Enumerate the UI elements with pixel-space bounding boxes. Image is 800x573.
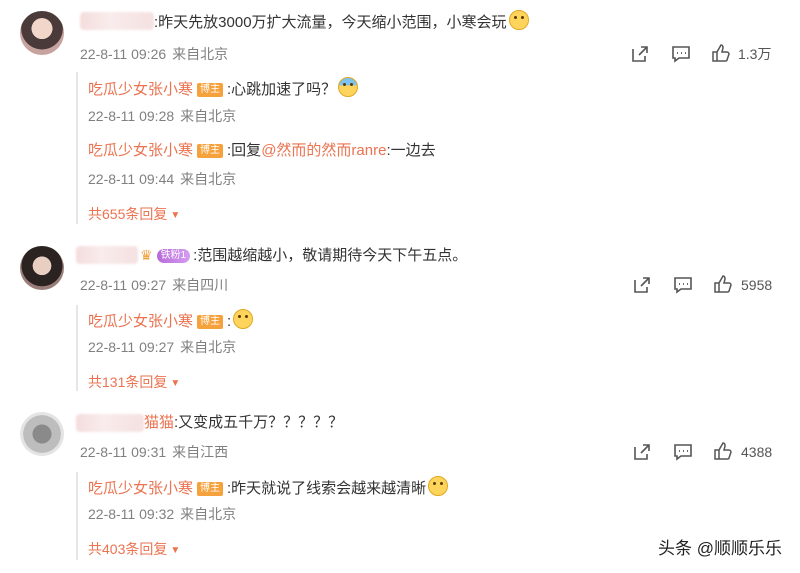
comment-meta: 22-8-11 09:27 来自四川 xyxy=(80,277,229,293)
reply-line: 吃瓜少女张小寒 博主:心跳加速了吗？ xyxy=(88,77,359,100)
caret-down-icon: ▼ xyxy=(170,210,181,221)
avatar[interactable] xyxy=(20,246,64,290)
avatar[interactable] xyxy=(20,11,64,55)
reply-divider xyxy=(76,305,78,391)
doge-emoji-icon xyxy=(428,476,449,496)
fan-badge: 铁粉1 xyxy=(156,249,191,263)
watermark: 头条 @顺顺乐乐 xyxy=(658,539,782,558)
comment-text: :昨天先放3000万扩大流量，今天缩小范围，小寒会玩 xyxy=(154,10,529,33)
reply-author[interactable]: 吃瓜少女张小寒 xyxy=(88,142,193,159)
comment-text: ♛ 铁粉1:范围越缩越小，敬请期待今天下午五点。 xyxy=(140,247,468,264)
shocked-emoji-icon xyxy=(233,309,254,329)
fan-crown-icon: ♛ xyxy=(140,247,153,263)
like-count: 1.3万 xyxy=(738,46,772,62)
like-count: 4388 xyxy=(741,444,773,460)
reply-meta: 22-8-11 09:32 来自北京 xyxy=(88,506,237,522)
comment-icon[interactable] xyxy=(673,275,693,295)
share-icon[interactable] xyxy=(630,44,650,64)
caret-down-icon: ▼ xyxy=(170,378,181,389)
redacted-username xyxy=(76,414,144,432)
reply-meta: 22-8-11 09:27 来自北京 xyxy=(88,339,237,355)
reply-divider xyxy=(76,472,78,560)
redacted-username xyxy=(76,246,138,264)
avatar[interactable] xyxy=(20,412,64,456)
comment-meta: 22-8-11 09:26 来自北京 xyxy=(80,46,229,62)
caret-down-icon: ▼ xyxy=(170,545,181,556)
like-count: 5958 xyxy=(741,277,773,293)
author-badge: 博主 xyxy=(197,315,224,329)
mention-link[interactable]: @然而的然而ranre xyxy=(261,142,386,159)
share-icon[interactable] xyxy=(632,442,652,462)
share-icon[interactable] xyxy=(632,275,652,295)
more-replies-link[interactable]: 共403条回复 ▼ xyxy=(88,539,180,559)
like-icon[interactable] xyxy=(713,274,733,294)
author-badge: 博主 xyxy=(197,144,224,158)
reply-meta: 22-8-11 09:44 来自北京 xyxy=(88,171,237,187)
reply-divider xyxy=(76,72,78,224)
author-badge: 博主 xyxy=(197,482,224,496)
redacted-username xyxy=(80,12,154,30)
comment-icon[interactable] xyxy=(671,44,691,64)
reply-line: 吃瓜少女张小寒 博主: xyxy=(88,309,254,332)
nervous-emoji-icon xyxy=(338,77,359,97)
reply-author[interactable]: 吃瓜少女张小寒 xyxy=(88,313,193,330)
comment-meta: 22-8-11 09:31 来自江西 xyxy=(80,444,229,460)
reply-author[interactable]: 吃瓜少女张小寒 xyxy=(88,81,193,98)
comment-text: 猫猫:又变成五千万？？？？？ xyxy=(144,414,344,431)
comment-icon[interactable] xyxy=(673,442,693,462)
more-replies-link[interactable]: 共131条回复 ▼ xyxy=(88,372,180,392)
reply-line: 吃瓜少女张小寒 博主:昨天就说了线索会越来越清晰 xyxy=(88,476,449,499)
more-replies-link[interactable]: 共655条回复 ▼ xyxy=(88,204,180,224)
reply-meta: 22-8-11 09:28 来自北京 xyxy=(88,108,237,124)
doge-emoji-icon xyxy=(508,10,529,30)
author-badge: 博主 xyxy=(197,83,224,97)
reply-author[interactable]: 吃瓜少女张小寒 xyxy=(88,480,193,497)
like-icon[interactable] xyxy=(711,43,731,63)
reply-line: 吃瓜少女张小寒 博主:回复@然而的然而ranre:一边去 xyxy=(88,142,436,159)
comment-author[interactable]: 猫猫 xyxy=(144,414,174,431)
like-icon[interactable] xyxy=(713,441,733,461)
